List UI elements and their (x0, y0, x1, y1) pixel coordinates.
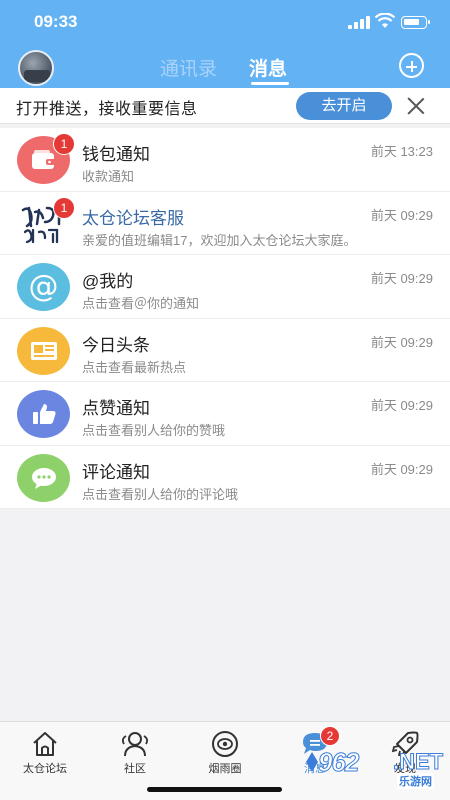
status-time: 09:33 (34, 12, 78, 31)
battery-icon (401, 16, 430, 29)
message-subtitle: 点击查看最新热点 (82, 359, 187, 375)
at-icon: @ (17, 263, 70, 311)
message-row-wallet[interactable]: 1 钱包通知 收款通知 前天 13:23 (0, 128, 450, 192)
message-time: 前天 09:29 (370, 461, 433, 477)
message-title: 评论通知 (82, 462, 150, 482)
watermark-site-name: 乐游网 (397, 773, 434, 789)
message-subtitle: 点击查看别人给你的赞哦 (82, 423, 226, 438)
message-subtitle: 点击查看别人给你的评论哦 (82, 486, 239, 502)
push-banner-text: 打开推送，接收重要信息 (16, 101, 198, 118)
cellular-signal-icon (348, 16, 370, 29)
thumbs-up-icon (17, 390, 70, 438)
message-subtitle: 点击查看＠你的通知 (82, 296, 200, 311)
message-title: 点赞通知 (82, 399, 150, 418)
enable-push-button[interactable]: 去开启 (296, 92, 392, 120)
message-row-comments[interactable]: 评论通知 点击查看别人给你的评论哦 前天 09:29 (0, 446, 450, 509)
message-time: 前天 09:29 (370, 271, 433, 286)
message-subtitle: 亲爱的值班编辑17，欢迎加入太仓论坛大家庭。 (82, 232, 357, 248)
watermark-logo-icon (306, 752, 318, 772)
tab-unread-badge: 2 (320, 726, 340, 746)
tab-messages[interactable]: 消息 (249, 54, 287, 81)
message-time: 前天 09:29 (370, 207, 433, 223)
tab-contacts[interactable]: 通讯录 (160, 54, 217, 81)
tab-label: 太仓论坛 (23, 763, 67, 775)
message-list: 1 钱包通知 收款通知 前天 13:23 1 太仓论坛客服 亲爱的值班编辑17，… (0, 128, 450, 509)
status-bar: 09:33 (0, 0, 450, 44)
tab-home[interactable]: 太仓论坛 (0, 730, 90, 780)
message-title: @我的 (82, 272, 134, 291)
home-indicator (147, 787, 282, 792)
unread-badge: 1 (53, 133, 75, 155)
site-watermark: 962 .NET 乐游网 (305, 747, 445, 791)
message-row-likes[interactable]: 点赞通知 点击查看别人给你的赞哦 前天 09:29 (0, 382, 450, 446)
plus-circle-icon[interactable] (399, 53, 424, 78)
active-tab-indicator (251, 82, 289, 85)
message-row-mentions[interactable]: @ @我的 点击查看＠你的通知 前天 09:29 (0, 255, 450, 319)
message-title: 太仓论坛客服 (82, 208, 184, 228)
close-icon[interactable] (406, 96, 426, 116)
home-icon (33, 732, 57, 756)
tab-label: 社区 (124, 763, 146, 775)
message-title: 今日头条 (82, 335, 150, 355)
message-row-customer-service[interactable]: 1 太仓论坛客服 亲爱的值班编辑17，欢迎加入太仓论坛大家庭。 前天 09:29 (0, 192, 450, 255)
circle-eye-icon (212, 731, 238, 757)
newspaper-icon (17, 326, 70, 375)
push-notification-banner: 打开推送，接收重要信息 去开启 (0, 88, 450, 124)
tab-circle[interactable]: 烟雨圈 (180, 730, 270, 780)
watermark-number: 962 (317, 747, 359, 778)
unread-badge: 1 (53, 196, 75, 219)
user-avatar[interactable] (18, 50, 54, 86)
comment-icon (17, 453, 70, 502)
watermark-net: .NET (392, 749, 444, 775)
wifi-icon (375, 13, 395, 28)
app-header: 09:33 通讯录 消息 (0, 0, 450, 88)
message-time: 前天 13:23 (370, 144, 433, 159)
message-title: 钱包通知 (82, 145, 150, 164)
tab-label: 烟雨圈 (208, 763, 242, 775)
message-time: 前天 09:29 (370, 398, 433, 413)
message-subtitle: 收款通知 (82, 169, 135, 184)
message-time: 前天 09:29 (370, 334, 433, 350)
message-row-headlines[interactable]: 今日头条 点击查看最新热点 前天 09:29 (0, 319, 450, 382)
community-icon (121, 732, 149, 757)
tab-community[interactable]: 社区 (90, 730, 180, 780)
